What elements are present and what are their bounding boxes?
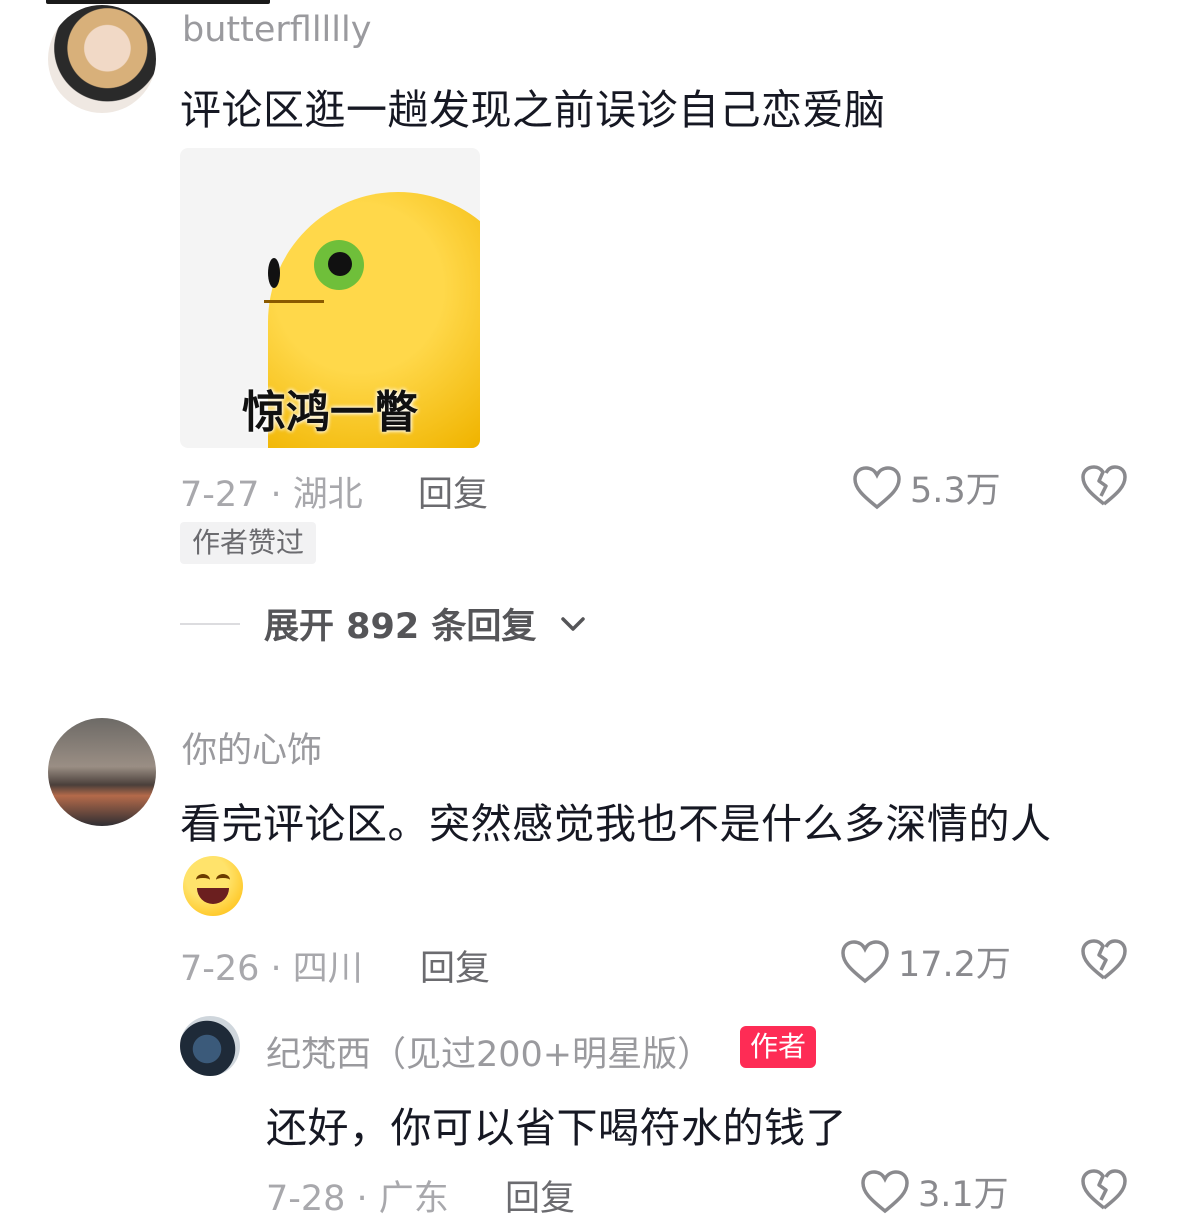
like-count: 17.2万 bbox=[898, 945, 1011, 985]
reply-text: 还好，你可以省下喝符水的钱了 bbox=[266, 1104, 847, 1152]
avatar[interactable] bbox=[180, 1016, 240, 1076]
avatar[interactable] bbox=[48, 5, 156, 113]
comment-text: 看完评论区。突然感觉我也不是什么多深情的人 bbox=[180, 800, 1052, 848]
comment-username[interactable]: butterfllllly bbox=[182, 10, 371, 50]
like-button[interactable]: 5.3万 bbox=[852, 462, 1001, 513]
sticker-eye-left bbox=[268, 258, 280, 288]
heart-icon bbox=[841, 939, 889, 983]
status-bar-indicator bbox=[46, 0, 270, 4]
sticker-eye-right bbox=[314, 240, 364, 290]
author-badge: 作者 bbox=[740, 1026, 817, 1068]
expand-replies-label: 展开 892 条回复 bbox=[264, 607, 537, 647]
grinning-face-emoji bbox=[183, 856, 243, 916]
divider-line bbox=[180, 622, 240, 625]
sticker-caption: 惊鸿一瞥 bbox=[242, 387, 418, 438]
broken-heart-icon[interactable] bbox=[1080, 464, 1128, 508]
comment-sticker-image[interactable]: 惊鸿一瞥 bbox=[180, 148, 480, 448]
heart-icon bbox=[861, 1169, 909, 1213]
like-count: 3.1万 bbox=[918, 1175, 1009, 1215]
comment-username[interactable]: 你的心饰 bbox=[182, 722, 322, 773]
sticker-mouth bbox=[264, 300, 324, 303]
comment-text: 评论区逛一趟发现之前误诊自己恋爱脑 bbox=[180, 86, 886, 134]
reply-username[interactable]: 纪梵西（见过200+明星版） bbox=[266, 1026, 712, 1077]
avatar[interactable] bbox=[48, 718, 156, 826]
like-count: 5.3万 bbox=[910, 471, 1001, 511]
author-liked-badge: 作者赞过 bbox=[180, 522, 317, 564]
reply-button[interactable]: 回复 bbox=[505, 1170, 575, 1221]
comment-date-location: 7-26 · 四川 bbox=[180, 949, 363, 989]
like-button[interactable]: 3.1万 bbox=[860, 1166, 1009, 1217]
heart-icon bbox=[853, 465, 901, 509]
reply-button[interactable]: 回复 bbox=[420, 940, 490, 991]
chevron-down-icon bbox=[561, 616, 586, 631]
reply-button[interactable]: 回复 bbox=[418, 466, 488, 517]
broken-heart-icon[interactable] bbox=[1080, 1168, 1128, 1212]
reply-date-location: 7-28 · 广东 bbox=[266, 1179, 449, 1219]
like-button[interactable]: 17.2万 bbox=[840, 936, 1011, 987]
broken-heart-icon[interactable] bbox=[1080, 938, 1128, 982]
expand-replies-button[interactable]: 展开 892 条回复 bbox=[180, 598, 586, 649]
comment-date-location: 7-27 · 湖北 bbox=[180, 475, 363, 515]
